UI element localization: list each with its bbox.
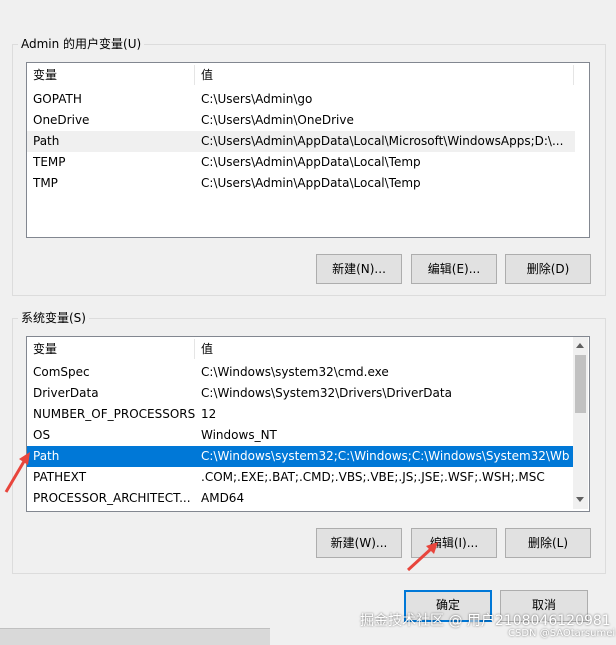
- var-name: DriverData: [33, 386, 99, 400]
- list-item-selected[interactable]: Path C:\Windows\system32;C:\Windows;C:\W…: [27, 446, 573, 467]
- var-name: Path: [33, 134, 60, 148]
- var-name: PATHEXT: [33, 470, 87, 484]
- vertical-scrollbar[interactable]: [573, 337, 588, 509]
- watermark-text: 掘金技术社区 @ 用户2108046120981: [360, 613, 611, 629]
- var-value: C:\Users\Admin\AppData\Local\Temp: [201, 155, 421, 169]
- var-value: C:\Windows\System32\Drivers\DriverData: [201, 386, 452, 400]
- list-item[interactable]: OS Windows_NT: [27, 425, 573, 446]
- var-value: C:\Users\Admin\go: [201, 92, 313, 106]
- scroll-thumb[interactable]: [575, 355, 586, 413]
- system-delete-button[interactable]: 删除(L): [505, 528, 591, 558]
- list-item[interactable]: TMP C:\Users\Admin\AppData\Local\Temp: [27, 173, 575, 194]
- var-name: GOPATH: [33, 92, 82, 106]
- system-list-header: 变量 值: [27, 337, 589, 361]
- var-name: OS: [33, 428, 51, 442]
- list-item[interactable]: GOPATH C:\Users\Admin\go: [27, 89, 575, 110]
- system-variables-title: 系统变量(S): [18, 310, 89, 326]
- user-col-value[interactable]: 值: [195, 63, 575, 87]
- user-col-separator-end[interactable]: [573, 65, 574, 85]
- var-name: PROCESSOR_ARCHITECT...: [33, 491, 191, 505]
- var-name: Path: [33, 449, 60, 463]
- background-window-strip: [0, 628, 270, 645]
- list-item[interactable]: TEMP C:\Users\Admin\AppData\Local\Temp: [27, 152, 575, 173]
- var-name: NUMBER_OF_PROCESSORS: [33, 407, 196, 421]
- user-new-button[interactable]: 新建(N)...: [316, 254, 402, 284]
- list-item[interactable]: PATHEXT .COM;.EXE;.BAT;.CMD;.VBS;.VBE;.J…: [27, 467, 573, 488]
- system-new-button[interactable]: 新建(W)...: [316, 528, 402, 558]
- var-value: Windows_NT: [201, 428, 277, 442]
- scroll-up-icon[interactable]: [576, 343, 584, 348]
- user-col-variable[interactable]: 变量: [27, 63, 195, 87]
- scroll-down-icon[interactable]: [576, 497, 584, 502]
- list-item[interactable]: PROCESSOR_ARCHITECT... AMD64: [27, 488, 573, 509]
- var-name: OneDrive: [33, 113, 90, 127]
- list-item[interactable]: DriverData C:\Windows\System32\Drivers\D…: [27, 383, 573, 404]
- var-value: C:\Windows\system32;C:\Windows;C:\Window…: [201, 449, 569, 463]
- system-col-variable[interactable]: 变量: [27, 337, 195, 361]
- var-value: C:\Users\Admin\AppData\Local\Temp: [201, 176, 421, 190]
- var-value: .COM;.EXE;.BAT;.CMD;.VBS;.VBE;.JS;.JSE;.…: [201, 470, 545, 484]
- annotation-arrow-icon: [406, 542, 438, 572]
- user-edit-button[interactable]: 编辑(E)...: [411, 254, 497, 284]
- var-name: TEMP: [33, 155, 66, 169]
- user-variables-list[interactable]: 变量 值 GOPATH C:\Users\Admin\go OneDrive C…: [26, 62, 590, 238]
- list-item[interactable]: Path C:\Users\Admin\AppData\Local\Micros…: [27, 131, 575, 152]
- var-value: AMD64: [201, 491, 245, 505]
- var-value: 12: [201, 407, 217, 421]
- watermark-sub: CSDN @SAOtarsumei: [508, 628, 616, 639]
- system-col-value[interactable]: 值: [195, 337, 565, 361]
- annotation-arrow-icon: [4, 452, 30, 493]
- var-name: ComSpec: [33, 365, 90, 379]
- user-variables-title: Admin 的用户变量(U): [18, 36, 145, 52]
- user-list-header: 变量 值: [27, 63, 589, 87]
- user-delete-button[interactable]: 删除(D): [505, 254, 591, 284]
- var-value: C:\Users\Admin\AppData\Local\Microsoft\W…: [201, 134, 564, 148]
- var-value: C:\Windows\system32\cmd.exe: [201, 365, 389, 379]
- var-value: C:\Users\Admin\OneDrive: [201, 113, 354, 127]
- var-name: TMP: [33, 176, 58, 190]
- list-item[interactable]: NUMBER_OF_PROCESSORS 12: [27, 404, 573, 425]
- system-variables-list[interactable]: 变量 值 ComSpec C:\Windows\system32\cmd.exe…: [26, 336, 590, 512]
- list-item[interactable]: OneDrive C:\Users\Admin\OneDrive: [27, 110, 575, 131]
- list-item[interactable]: ComSpec C:\Windows\system32\cmd.exe: [27, 362, 573, 383]
